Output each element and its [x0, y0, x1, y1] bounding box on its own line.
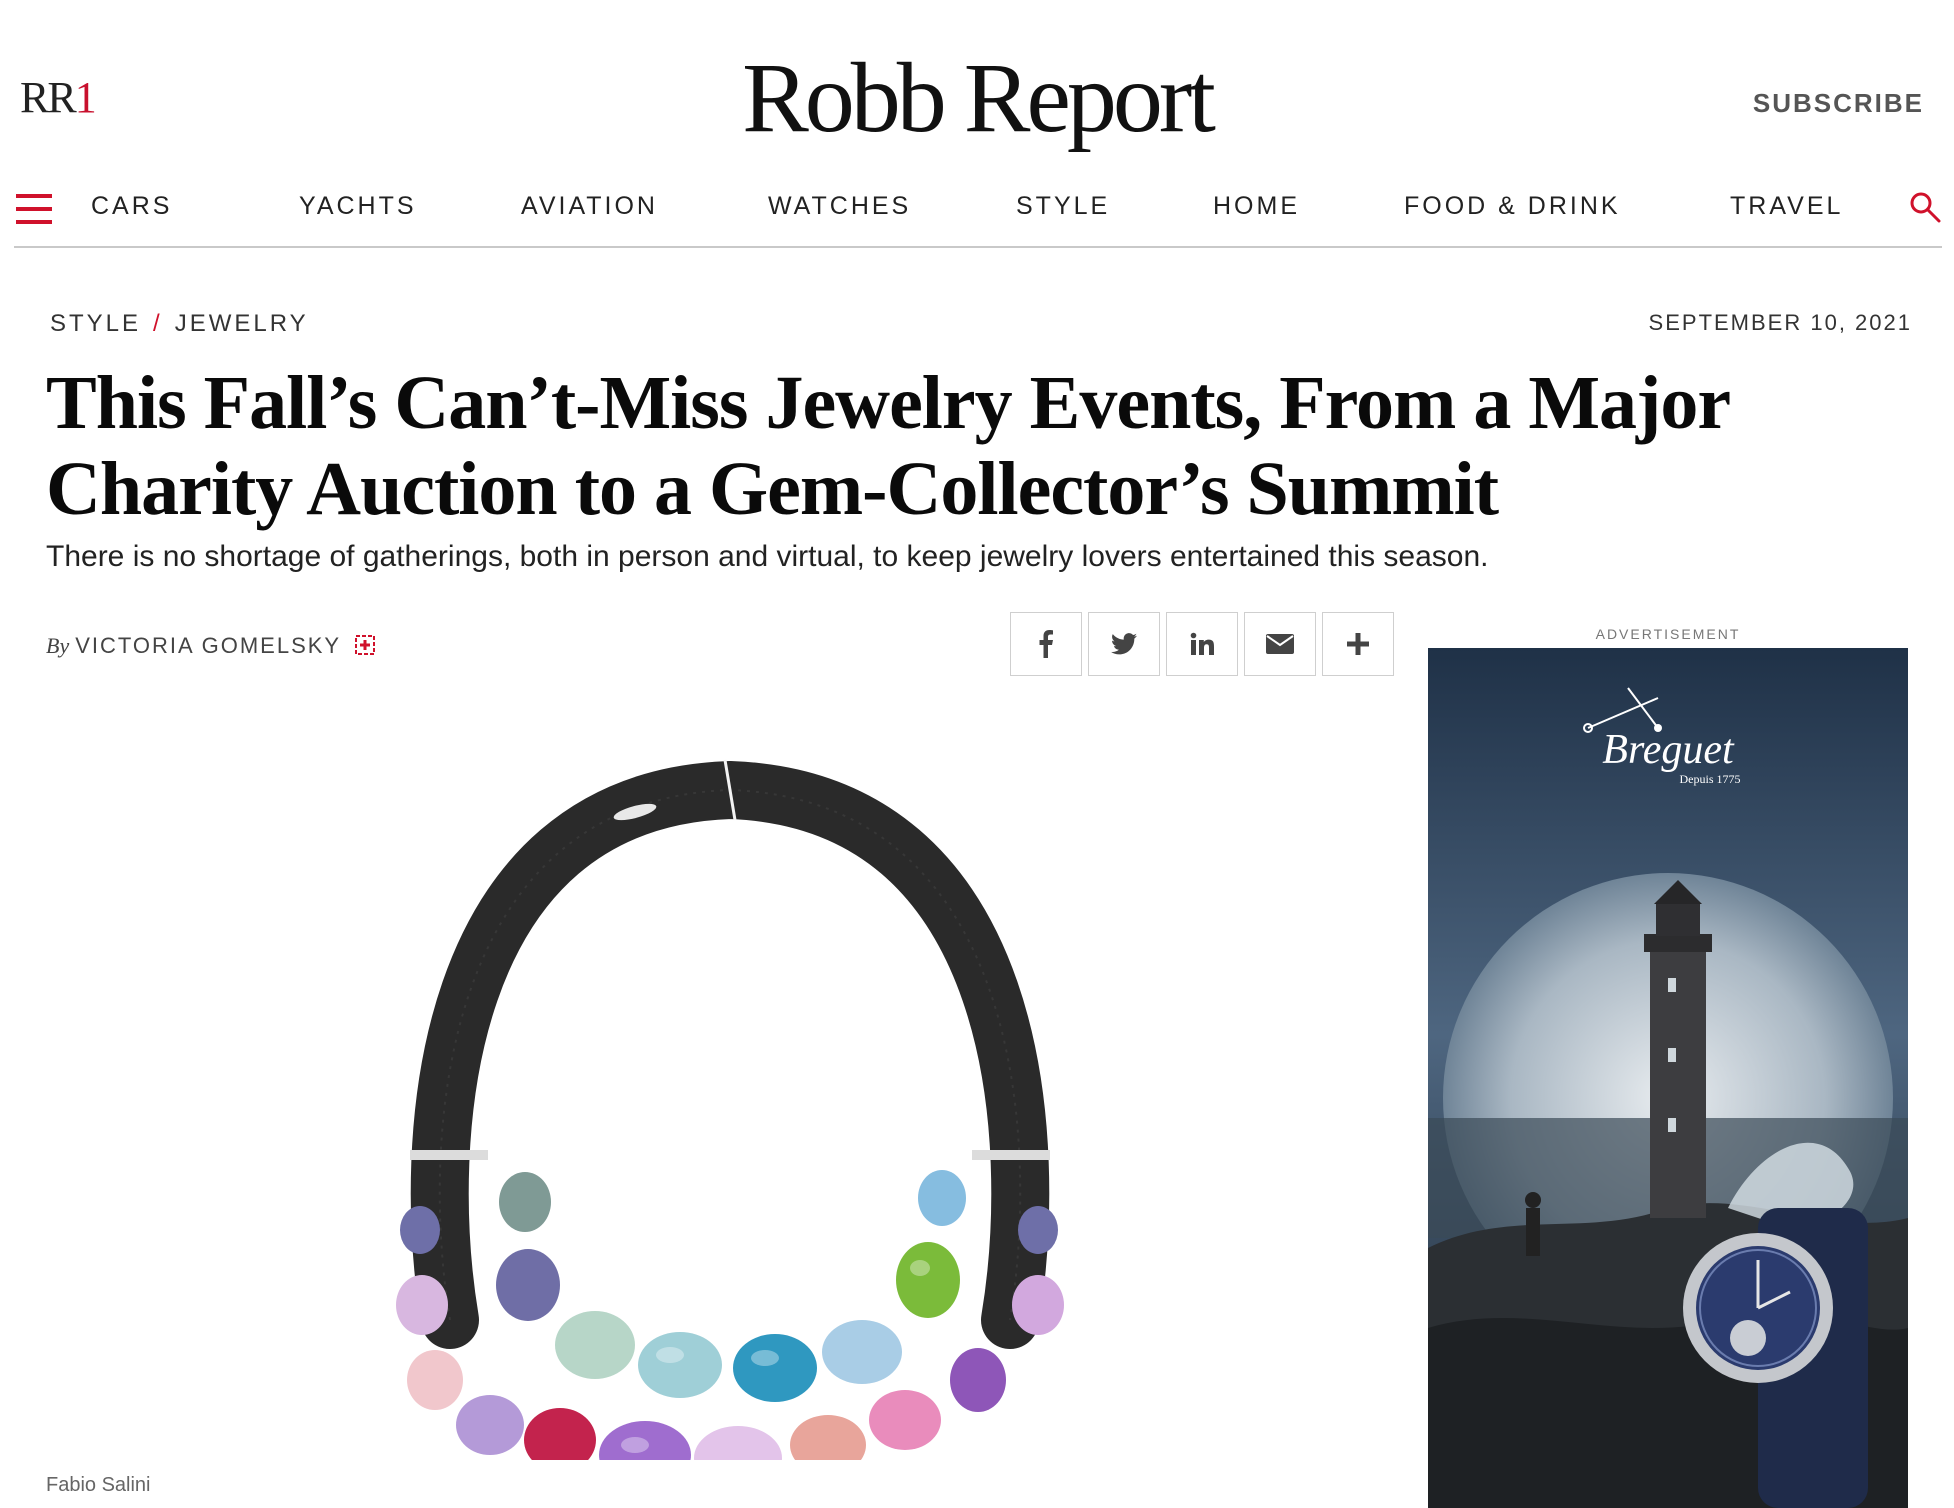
author-plus-icon[interactable]: [354, 635, 375, 655]
nav-item-style[interactable]: STYLE: [1016, 192, 1110, 221]
plus-icon: [1347, 633, 1369, 655]
image-caption: Fabio Salini: [46, 1474, 151, 1496]
breadcrumb-separator: /: [153, 310, 163, 337]
nav-item-watches[interactable]: WATCHES: [768, 192, 911, 221]
byline-prefix: By: [46, 633, 70, 658]
nav-item-aviation[interactable]: AVIATION: [521, 192, 658, 221]
share-bar: [1010, 612, 1394, 676]
publish-date: SEPTEMBER 10, 2021: [1648, 310, 1912, 335]
masthead-logo[interactable]: Robb Report: [0, 40, 1954, 155]
nav-item-yachts[interactable]: YACHTS: [299, 192, 417, 221]
subscribe-link[interactable]: SUBSCRIBE: [1753, 88, 1924, 119]
ad-tagline: Depuis 1775: [1680, 772, 1741, 786]
twitter-icon: [1111, 633, 1137, 655]
nav-item-food-drink[interactable]: FOOD & DRINK: [1404, 192, 1621, 221]
share-more-button[interactable]: [1322, 612, 1394, 676]
breadcrumb-style[interactable]: STYLE: [50, 310, 141, 337]
breadcrumb-jewelry[interactable]: JEWELRY: [175, 310, 309, 337]
article-headline: This Fall’s Can’t-Miss Jewelry Events, F…: [46, 361, 1730, 531]
nav-item-cars[interactable]: CARS: [91, 192, 172, 221]
hamburger-icon[interactable]: [16, 194, 52, 224]
author-link[interactable]: VICTORIA GOMELSKY: [75, 633, 340, 658]
search-icon[interactable]: [1908, 190, 1942, 224]
breadcrumb: STYLE / JEWELRY: [50, 310, 309, 338]
article-dek: There is no shortage of gatherings, both…: [46, 540, 1489, 573]
byline: By VICTORIA GOMELSKY: [46, 633, 375, 659]
breguet-ad[interactable]: Breguet Depuis 1775: [1428, 648, 1908, 1508]
email-icon: [1266, 634, 1294, 654]
ad-label: ADVERTISEMENT: [1595, 626, 1741, 642]
necklace-image: [396, 759, 1064, 1460]
share-facebook-button[interactable]: [1010, 612, 1082, 676]
main-nav: CARS YACHTS AVIATION WATCHES STYLE HOME …: [14, 180, 1942, 248]
linkedin-icon: [1190, 632, 1214, 655]
facebook-icon: [1039, 630, 1053, 658]
nav-item-home[interactable]: HOME: [1213, 192, 1300, 221]
share-linkedin-button[interactable]: [1166, 612, 1238, 676]
share-twitter-button[interactable]: [1088, 612, 1160, 676]
nav-item-travel[interactable]: TRAVEL: [1730, 192, 1843, 221]
ad-brand-logo: Breguet: [1602, 727, 1735, 773]
share-email-button[interactable]: [1244, 612, 1316, 676]
